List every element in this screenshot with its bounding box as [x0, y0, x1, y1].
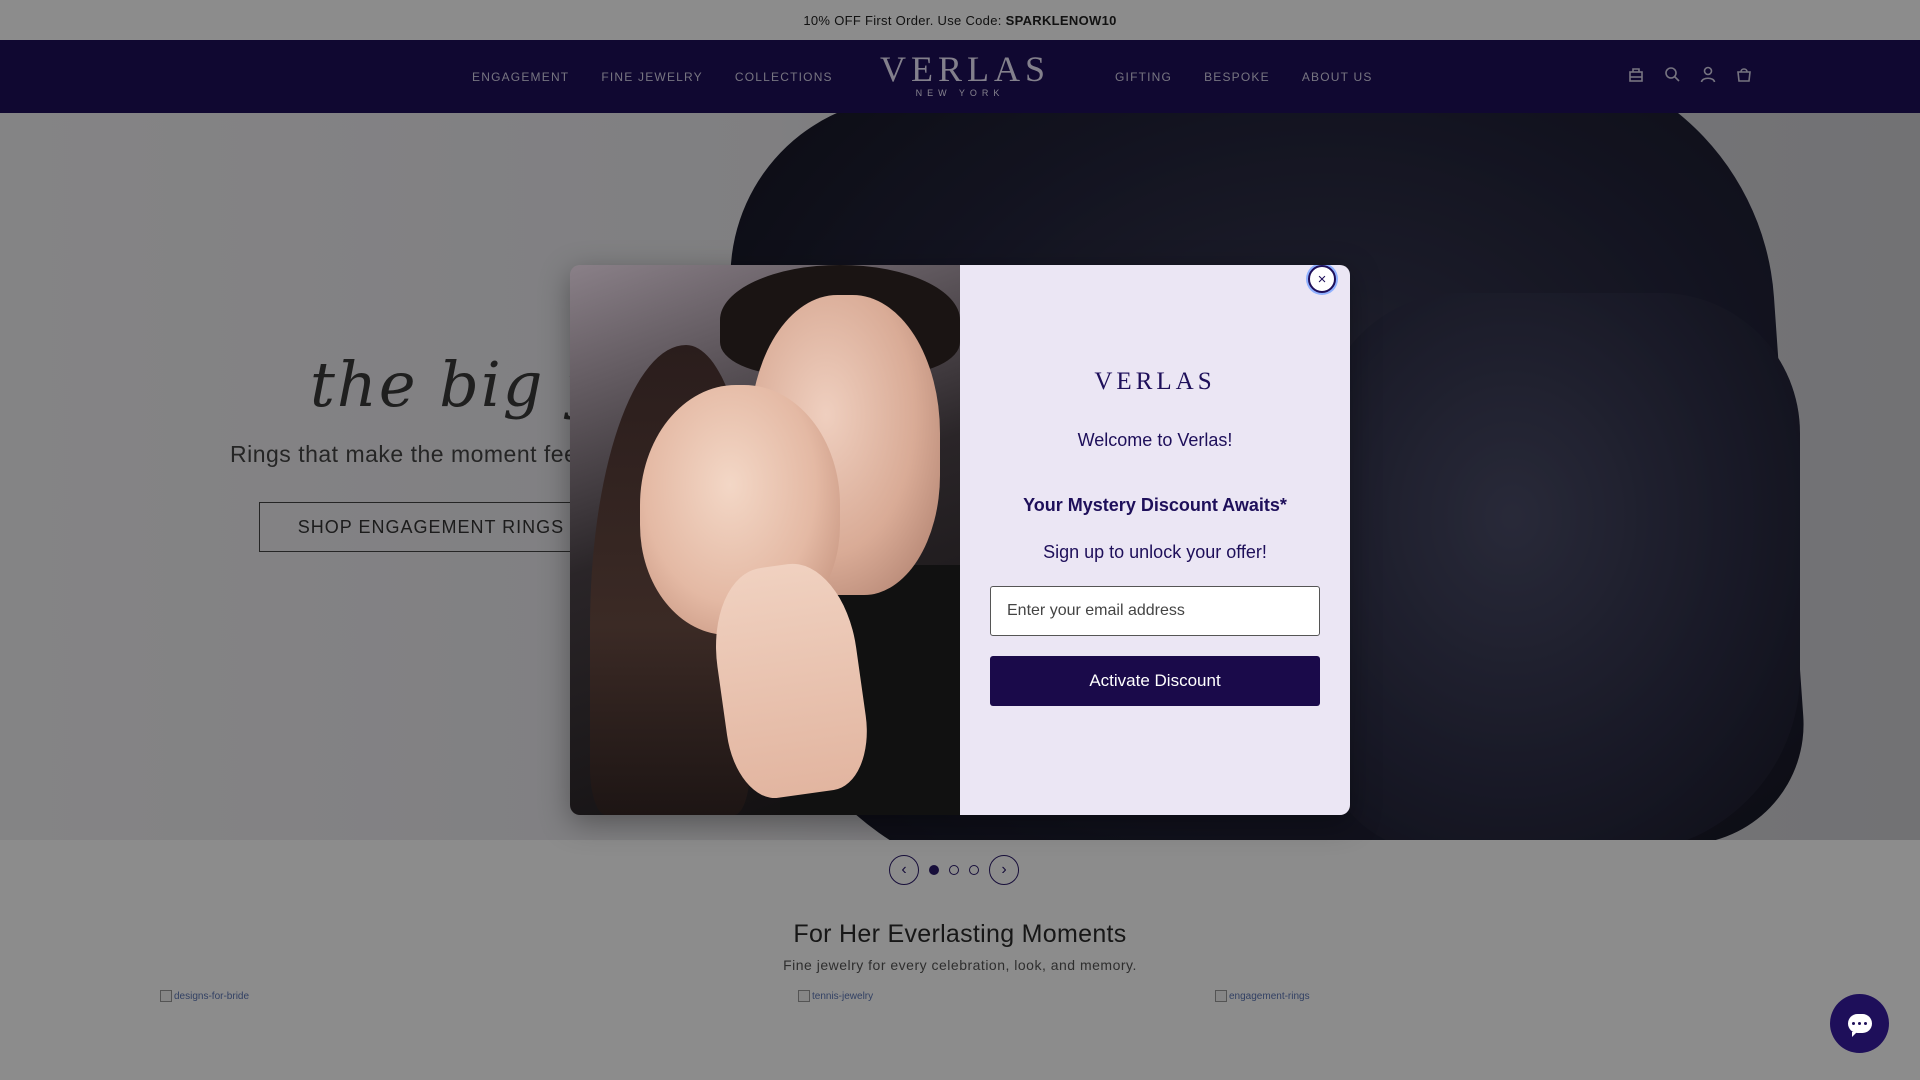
close-icon[interactable]: ×	[1308, 265, 1336, 293]
popup-subtext: Sign up to unlock your offer!	[1043, 542, 1267, 562]
popup-form-panel: × VERLAS Welcome to Verlas! Your Mystery…	[960, 265, 1350, 815]
activate-discount-button[interactable]: Activate Discount	[990, 656, 1320, 706]
email-input[interactable]	[990, 586, 1320, 636]
popup-welcome: Welcome to Verlas!	[1077, 430, 1233, 450]
popup-logo: VERLAS	[1094, 368, 1216, 395]
couple-photo	[570, 265, 960, 815]
popup-heading: Your Mystery Discount Awaits*	[1023, 495, 1287, 515]
chat-icon	[1847, 1014, 1872, 1037]
chat-launcher-button[interactable]	[1830, 994, 1889, 1053]
discount-popup: × VERLAS Welcome to Verlas! Your Mystery…	[570, 265, 1350, 815]
